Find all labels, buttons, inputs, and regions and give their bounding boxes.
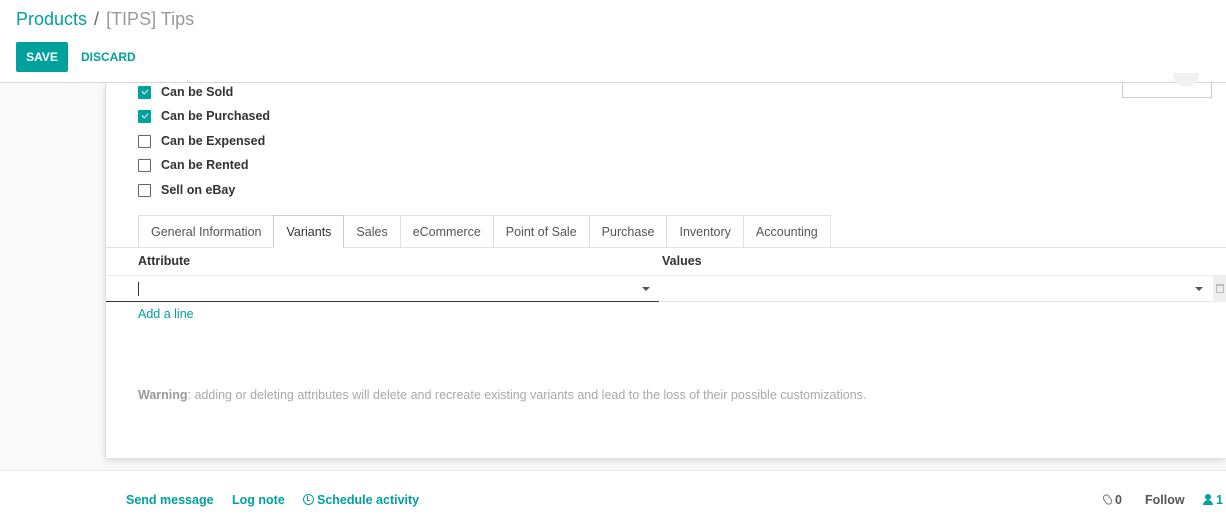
checkbox[interactable] [138, 134, 151, 148]
tab-inventory[interactable]: Inventory [666, 215, 743, 248]
clock-icon [303, 494, 314, 505]
tab-variants[interactable]: Variants [273, 215, 344, 248]
values-input[interactable] [661, 276, 1212, 302]
tab-accounting[interactable]: Accounting [742, 215, 831, 248]
schedule-activity-label: Schedule activity [317, 493, 420, 507]
option-label: Can be Expensed [161, 134, 266, 148]
attribute-input[interactable] [106, 276, 659, 302]
option-label: Can be Rented [161, 158, 249, 172]
warning-text: : adding or deleting attributes will del… [187, 388, 867, 402]
notebook-tabs: General Information Variants Sales eComm… [138, 215, 831, 248]
text-cursor [138, 282, 139, 296]
variants-warning: Warning: adding or deleting attributes w… [138, 388, 866, 402]
follow-button[interactable]: Follow [1145, 493, 1185, 507]
user-icon [1203, 494, 1213, 505]
tab-sales[interactable]: Sales [343, 215, 400, 248]
breadcrumb-current: [TIPS] Tips [106, 9, 195, 29]
option-label: Can be Purchased [161, 109, 271, 123]
check-icon[interactable] [138, 85, 151, 99]
control-panel: Products / [TIPS] Tips SAVE DISCARD [0, 0, 1226, 83]
option-can-be-purchased[interactable]: Can be Purchased [138, 107, 270, 125]
tab-ecommerce[interactable]: eCommerce [399, 215, 493, 248]
checkbox[interactable] [138, 183, 151, 197]
breadcrumb-products-link[interactable]: Products [16, 9, 87, 29]
option-label: Sell on eBay [161, 183, 236, 197]
add-line-link[interactable]: Add a line [138, 307, 194, 321]
followers-button[interactable]: 1 [1203, 493, 1223, 507]
save-button[interactable]: SAVE [16, 42, 68, 72]
log-note-button[interactable]: Log note [232, 493, 285, 507]
breadcrumb: Products / [TIPS] Tips [16, 9, 194, 30]
option-can-be-expensed[interactable]: Can be Expensed [138, 132, 265, 150]
trash-icon [1216, 284, 1224, 293]
caret-down-icon[interactable] [642, 287, 650, 291]
tab-point-of-sale[interactable]: Point of Sale [492, 215, 589, 248]
tab-purchase[interactable]: Purchase [588, 215, 667, 248]
warning-title: Warning [138, 388, 188, 402]
breadcrumb-separator: / [94, 9, 100, 29]
attachments-button[interactable]: 0 [1101, 492, 1122, 507]
checkbox[interactable] [138, 158, 151, 172]
form-sheet: Can be Sold Can be Purchased Can be Expe… [105, 73, 1226, 458]
attachments-count: 0 [1115, 493, 1122, 507]
option-can-be-sold[interactable]: Can be Sold [138, 83, 233, 101]
product-image-field[interactable] [1122, 73, 1212, 98]
discard-button[interactable]: DISCARD [81, 42, 136, 72]
chatter-bar: Send message Log note Schedule activity … [0, 470, 1226, 514]
option-label: Can be Sold [161, 85, 234, 99]
followers-count: 1 [1216, 493, 1223, 507]
paperclip-icon [1101, 492, 1114, 507]
caret-down-icon[interactable] [1195, 287, 1203, 291]
schedule-activity-button[interactable]: Schedule activity [303, 493, 419, 507]
option-can-be-rented[interactable]: Can be Rented [138, 156, 249, 174]
tab-general-information[interactable]: General Information [138, 215, 274, 248]
send-message-button[interactable]: Send message [126, 493, 214, 507]
check-icon[interactable] [138, 109, 151, 123]
delete-row-button[interactable] [1213, 276, 1226, 302]
column-header-attribute[interactable]: Attribute [138, 254, 190, 268]
column-header-values[interactable]: Values [662, 254, 702, 268]
option-sell-on-ebay[interactable]: Sell on eBay [138, 181, 235, 199]
